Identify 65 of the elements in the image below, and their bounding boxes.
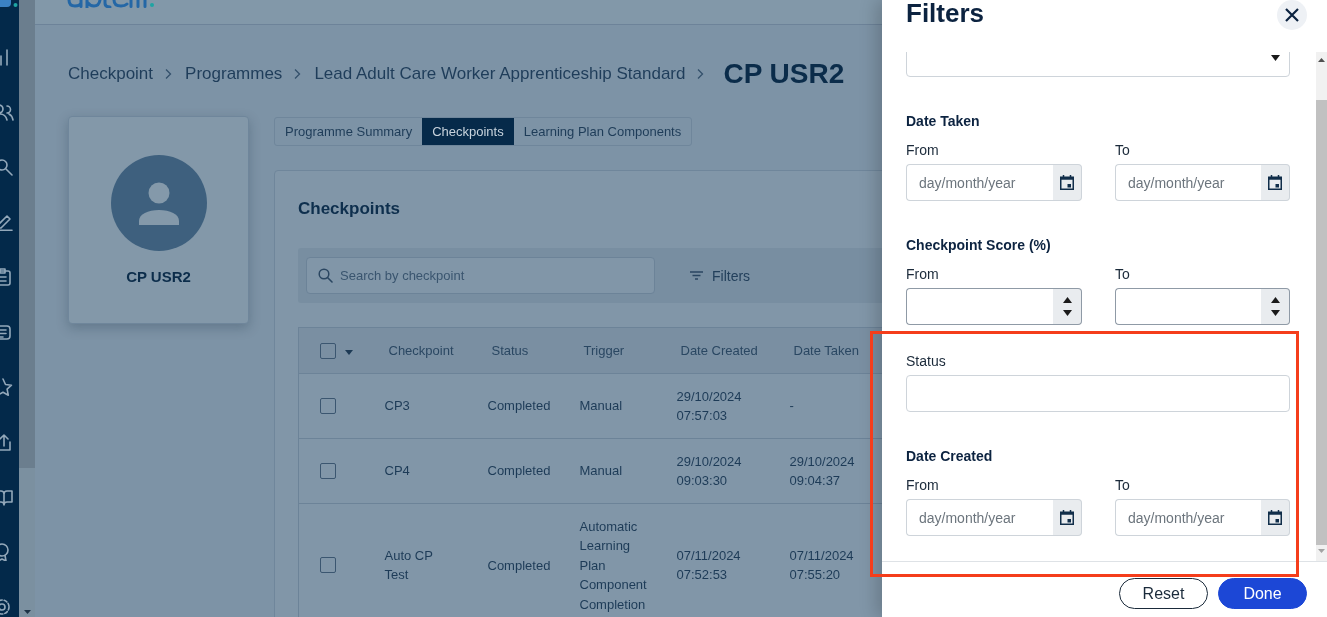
scroll-up-icon[interactable] xyxy=(1318,58,1325,62)
tab[interactable]: Checkpoints xyxy=(422,118,514,145)
done-button[interactable]: Done xyxy=(1218,578,1307,609)
table-cell: Automatic Learning Plan Component Completion xyxy=(563,503,661,617)
table-cell: Auto CP Test xyxy=(368,503,472,617)
table-cell: CP3 xyxy=(368,373,472,439)
logo-icon xyxy=(67,0,155,8)
section-heading: Checkpoint Score (%) xyxy=(906,236,1052,254)
table-cell: 07/11/2024 07:52:53 xyxy=(660,503,774,617)
filters-button[interactable]: Filters xyxy=(690,267,751,284)
column-header: Status xyxy=(471,327,564,374)
checkbox[interactable] xyxy=(320,557,336,574)
pencil-icon[interactable] xyxy=(0,213,15,231)
field-label: To xyxy=(1115,141,1131,159)
table-cell: Completed xyxy=(471,373,564,439)
breadcrumb-link[interactable]: Lead Adult Care Worker Apprenticeship Standard xyxy=(314,64,686,84)
scrollbar-thumb[interactable] xyxy=(19,0,35,468)
checkbox[interactable] xyxy=(320,342,336,359)
search-icon[interactable] xyxy=(0,158,15,176)
reset-button[interactable]: Reset xyxy=(1119,578,1208,609)
scrollbar[interactable] xyxy=(19,0,35,617)
tab[interactable]: Programme Summary xyxy=(275,118,423,145)
column-header: Trigger xyxy=(563,327,661,374)
scroll-down-icon[interactable] xyxy=(23,610,31,614)
table-cell: Completed xyxy=(471,503,564,617)
close-button[interactable] xyxy=(1277,0,1307,30)
tab[interactable]: Learning Plan Components xyxy=(513,118,692,145)
field-label: From xyxy=(906,476,940,494)
field-label: From xyxy=(906,141,940,159)
breadcrumb-link[interactable]: Programmes xyxy=(185,64,283,84)
chevron-right-icon xyxy=(164,68,173,80)
field-label: To xyxy=(1115,476,1131,494)
field-label: From xyxy=(906,265,940,283)
table-cell: CP4 xyxy=(368,438,472,504)
text-field[interactable] xyxy=(906,375,1290,412)
chevron-right-icon xyxy=(696,68,705,80)
table-cell: Manual xyxy=(563,438,661,504)
section-heading: Date Created xyxy=(906,447,994,465)
search-icon xyxy=(318,268,333,283)
page-title: CP USR2 xyxy=(723,57,845,91)
filter-icon xyxy=(690,271,703,280)
table-cell: Completed xyxy=(471,438,564,504)
section-heading: Date Taken xyxy=(906,112,981,130)
panel-title: Filters xyxy=(906,0,985,26)
column-header: Date Created xyxy=(660,327,774,374)
column-header: Checkpoint xyxy=(368,327,472,374)
search-field[interactable]: Search by checkpoint xyxy=(306,257,655,294)
close-icon xyxy=(1285,8,1299,22)
caret-down-icon[interactable] xyxy=(1271,55,1280,61)
field-label: To xyxy=(1115,265,1131,283)
table-cell: 29/10/2024 09:03:30 xyxy=(660,438,774,504)
table-cell: 29/10/2024 07:57:03 xyxy=(660,373,774,439)
column-header: Date Taken xyxy=(773,327,882,374)
section-title: Checkpoints xyxy=(298,199,402,219)
logo-icon xyxy=(0,0,19,9)
book-icon[interactable] xyxy=(0,488,15,506)
people-icon[interactable] xyxy=(0,103,15,121)
profile-name: CP USR2 xyxy=(126,268,191,286)
field-label: Status xyxy=(906,352,947,370)
checkbox[interactable] xyxy=(320,398,336,414)
avatar-icon xyxy=(110,155,207,251)
breadcrumb-link[interactable]: Checkpoint xyxy=(68,64,154,84)
chevron-right-icon xyxy=(293,68,302,80)
checkbox[interactable] xyxy=(320,463,336,479)
table-cell: Manual xyxy=(563,373,661,439)
